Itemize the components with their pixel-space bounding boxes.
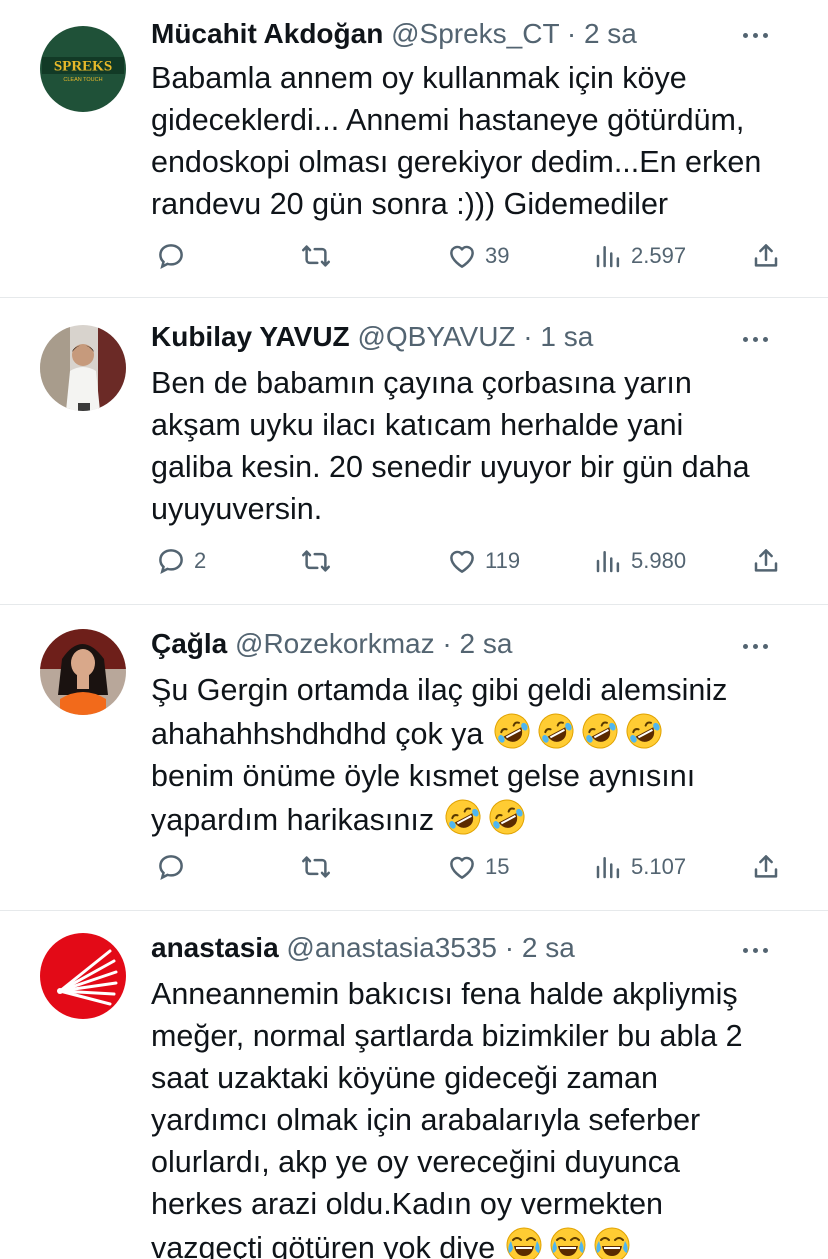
like-count: 119 xyxy=(485,548,521,573)
tweet-actions: 2 119 5.980 xyxy=(151,541,788,581)
tweet-card[interactable]: Çağla @Rozekorkmaz · 2 sa Şu Gergin orta… xyxy=(0,605,828,911)
retweet-icon xyxy=(301,546,331,576)
reply-button[interactable] xyxy=(156,236,194,276)
views-button[interactable]: 5.980 xyxy=(593,541,686,581)
tweet-header: anastasia @anastasia3535 · 2 sa xyxy=(151,931,768,965)
author-handle[interactable]: @QBYAVUZ xyxy=(357,321,515,352)
tweet-text: Ben de babamın çayına çorbasına yarın ak… xyxy=(151,366,750,526)
text-segment: yapardım harikasınız xyxy=(151,803,435,837)
rofl-emoji xyxy=(580,711,620,751)
svg-text:CLEAN TOUCH: CLEAN TOUCH xyxy=(63,77,102,83)
author-name[interactable]: anastasia xyxy=(151,932,279,963)
like-count: 39 xyxy=(485,243,510,268)
like-button[interactable]: 39 xyxy=(447,236,509,276)
share-button[interactable] xyxy=(751,847,781,887)
retweet-button[interactable] xyxy=(301,847,339,887)
retweet-icon xyxy=(301,241,331,271)
share-button[interactable] xyxy=(751,541,781,581)
like-icon xyxy=(447,546,477,576)
tweet-time[interactable]: 2 sa xyxy=(584,18,637,49)
rofl-emoji xyxy=(624,711,664,751)
more-icon[interactable] xyxy=(738,641,772,651)
joy-emoji xyxy=(548,1225,588,1259)
reply-icon xyxy=(156,241,186,271)
tweet-time[interactable]: 1 sa xyxy=(540,321,593,352)
like-icon xyxy=(447,852,477,882)
retweet-button[interactable] xyxy=(301,236,339,276)
avatar[interactable]: SPREKS CLEAN TOUCH xyxy=(40,26,126,112)
rofl-emoji xyxy=(487,797,527,837)
more-icon[interactable] xyxy=(738,334,772,344)
tweet-feed: SPREKS CLEAN TOUCH Mücahit Akdoğan @Spre… xyxy=(0,0,828,1259)
views-count: 5.980 xyxy=(631,548,687,573)
text-segment: Anneannemin bakıcısı fena halde akpliymi… xyxy=(151,977,743,1259)
views-icon xyxy=(593,241,623,271)
views-button[interactable]: 2.597 xyxy=(593,236,686,276)
share-icon xyxy=(751,241,781,271)
views-count: 5.107 xyxy=(631,854,687,879)
views-icon xyxy=(593,546,623,576)
reply-button[interactable] xyxy=(156,847,194,887)
views-icon xyxy=(593,852,623,882)
tweet-header: Kubilay YAVUZ @QBYAVUZ · 1 sa xyxy=(151,320,768,354)
text-line: benim önüme öyle kısmet gelse aynısını xyxy=(151,759,696,793)
separator: · xyxy=(504,932,515,963)
like-icon xyxy=(447,241,477,271)
like-button[interactable]: 119 xyxy=(447,541,520,581)
text-line: ahahahhshdhdhd çok ya xyxy=(151,711,788,755)
tweet-time[interactable]: 2 sa xyxy=(460,628,513,659)
author-name[interactable]: Çağla xyxy=(151,628,227,659)
reply-button[interactable]: 2 xyxy=(156,541,206,581)
tweet-actions: 39 2.597 xyxy=(151,236,788,276)
tweet-card[interactable]: anastasia @anastasia3535 · 2 sa Anneanne… xyxy=(0,911,828,1259)
like-count: 15 xyxy=(485,854,510,879)
joy-emoji xyxy=(504,1225,544,1259)
more-icon[interactable] xyxy=(738,945,772,955)
rofl-emoji xyxy=(492,711,532,751)
share-icon xyxy=(751,852,781,882)
author-handle[interactable]: @anastasia3535 xyxy=(286,932,497,963)
text-line: yapardım harikasınız xyxy=(151,797,788,841)
avatar[interactable] xyxy=(40,933,126,1019)
avatar[interactable] xyxy=(40,325,126,411)
tweet-text: Babamla annem oy kullanmak için köye gid… xyxy=(151,61,762,221)
share-icon xyxy=(751,546,781,576)
author-handle[interactable]: @Rozekorkmaz xyxy=(235,628,435,659)
text-segment: ahahahhshdhdhd çok ya xyxy=(151,717,484,751)
rofl-emoji xyxy=(443,797,483,837)
text-line: Şu Gergin ortamda ilaç gibi geldi alemsi… xyxy=(151,673,728,707)
views-button[interactable]: 5.107 xyxy=(593,847,686,887)
tweet-text: Şu Gergin ortamda ilaç gibi geldi alemsi… xyxy=(151,669,788,841)
avatar[interactable] xyxy=(40,629,126,715)
retweet-icon xyxy=(301,852,331,882)
tweet-text: Anneannemin bakıcısı fena halde akpliymi… xyxy=(151,973,778,1259)
views-count: 2.597 xyxy=(631,243,687,268)
reply-icon xyxy=(156,546,186,576)
retweet-button[interactable] xyxy=(301,541,339,581)
svg-text:SPREKS: SPREKS xyxy=(54,59,112,75)
separator: · xyxy=(523,321,533,352)
separator: · xyxy=(442,628,452,659)
tweet-header: Mücahit Akdoğan @Spreks_CT · 2 sa xyxy=(151,17,768,51)
tweet-actions: 15 5.107 xyxy=(151,847,788,887)
reply-count: 2 xyxy=(194,548,207,573)
tweet-time[interactable]: 2 sa xyxy=(522,932,575,963)
tweet-card[interactable]: Kubilay YAVUZ @QBYAVUZ · 1 sa Ben de bab… xyxy=(0,298,828,605)
like-button[interactable]: 15 xyxy=(447,847,509,887)
author-name[interactable]: Mücahit Akdoğan xyxy=(151,18,383,49)
tweet-card[interactable]: SPREKS CLEAN TOUCH Mücahit Akdoğan @Spre… xyxy=(0,0,828,298)
author-handle[interactable]: @Spreks_CT xyxy=(391,18,559,49)
reply-icon xyxy=(156,852,186,882)
more-icon[interactable] xyxy=(738,30,772,40)
rofl-emoji xyxy=(536,711,576,751)
separator: · xyxy=(566,18,577,49)
author-name[interactable]: Kubilay YAVUZ xyxy=(151,321,350,352)
tweet-header: Çağla @Rozekorkmaz · 2 sa xyxy=(151,627,768,661)
share-button[interactable] xyxy=(751,236,781,276)
joy-emoji xyxy=(592,1225,632,1259)
